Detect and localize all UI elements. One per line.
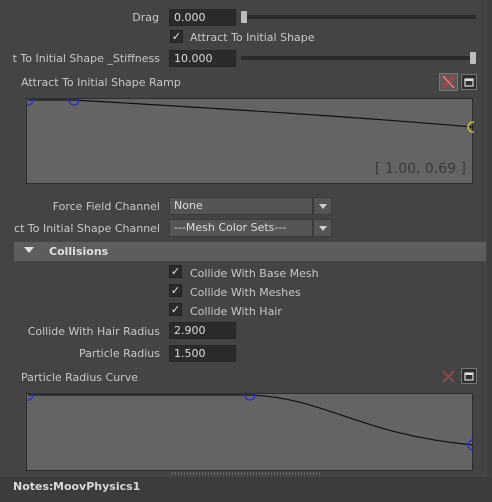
attract-channel-chevron-down-icon[interactable] [313, 219, 332, 237]
force-field-channel-dropdown[interactable]: None [169, 197, 313, 215]
attract-checkbox[interactable]: ✓ [170, 30, 183, 43]
ramp2-delete-icon[interactable] [440, 368, 457, 385]
resize-grip[interactable] [172, 472, 320, 475]
collide-meshes-label: Collide With Meshes [190, 286, 301, 299]
drag-slider-handle[interactable] [241, 11, 247, 23]
ramp2-svg [27, 394, 474, 451]
ramp2-title: Particle Radius Curve [21, 371, 138, 384]
ramp1-title: Attract To Initial Shape Ramp [21, 76, 181, 89]
ramp1-expand-icon[interactable] [461, 74, 477, 90]
force-field-channel-label: Force Field Channel [52, 200, 160, 213]
ramp1-graph[interactable]: [ 1.00, 0.69 ] [26, 98, 474, 184]
collide-base-mesh-checkbox[interactable]: ✓ [169, 265, 182, 278]
stiffness-slider-track[interactable] [241, 56, 476, 60]
particle-radius-field[interactable] [169, 345, 236, 362]
ramp2-expand-icon[interactable] [461, 368, 477, 384]
attract-checkbox-label: Attract To Initial Shape [190, 31, 315, 44]
hair-radius-field[interactable] [169, 322, 236, 339]
ramp1-delete-icon[interactable] [439, 73, 458, 91]
ramp1-value-readout: [ 1.00, 0.69 ] [374, 161, 466, 177]
particle-radius-label: Particle Radius [78, 347, 160, 360]
stiffness-slider-handle[interactable] [470, 52, 476, 64]
collide-hair-label: Collide With Hair [190, 305, 282, 318]
notes-label: Notes: [13, 480, 54, 493]
drag-field[interactable] [169, 9, 236, 26]
attract-channel-dropdown[interactable]: ---Mesh Color Sets--- [169, 219, 313, 237]
ramp2-graph[interactable] [26, 393, 474, 471]
collapse-triangle-icon [24, 247, 34, 253]
collide-hair-checkbox[interactable]: ✓ [169, 303, 182, 316]
drag-slider-track[interactable] [241, 15, 476, 19]
collide-base-mesh-label: Collide With Base Mesh [190, 267, 319, 280]
notes-value: MoovPhysics1 [53, 480, 141, 493]
attract-channel-label: ct To Initial Shape Channel [14, 222, 160, 235]
notes-bar: Notes: MoovPhysics1 [0, 477, 492, 502]
collisions-title: Collisions [49, 245, 109, 258]
stiffness-field[interactable] [169, 50, 236, 67]
collisions-section-header[interactable]: Collisions [14, 242, 486, 261]
drag-label: Drag [132, 11, 159, 24]
force-field-channel-chevron-down-icon[interactable] [313, 197, 332, 215]
collide-meshes-checkbox[interactable]: ✓ [169, 284, 182, 297]
hair-radius-label: Collide With Hair Radius [27, 325, 160, 338]
vertical-scrollbar[interactable] [487, 0, 492, 477]
stiffness-label: t To Initial Shape _Stiffness [12, 52, 160, 65]
